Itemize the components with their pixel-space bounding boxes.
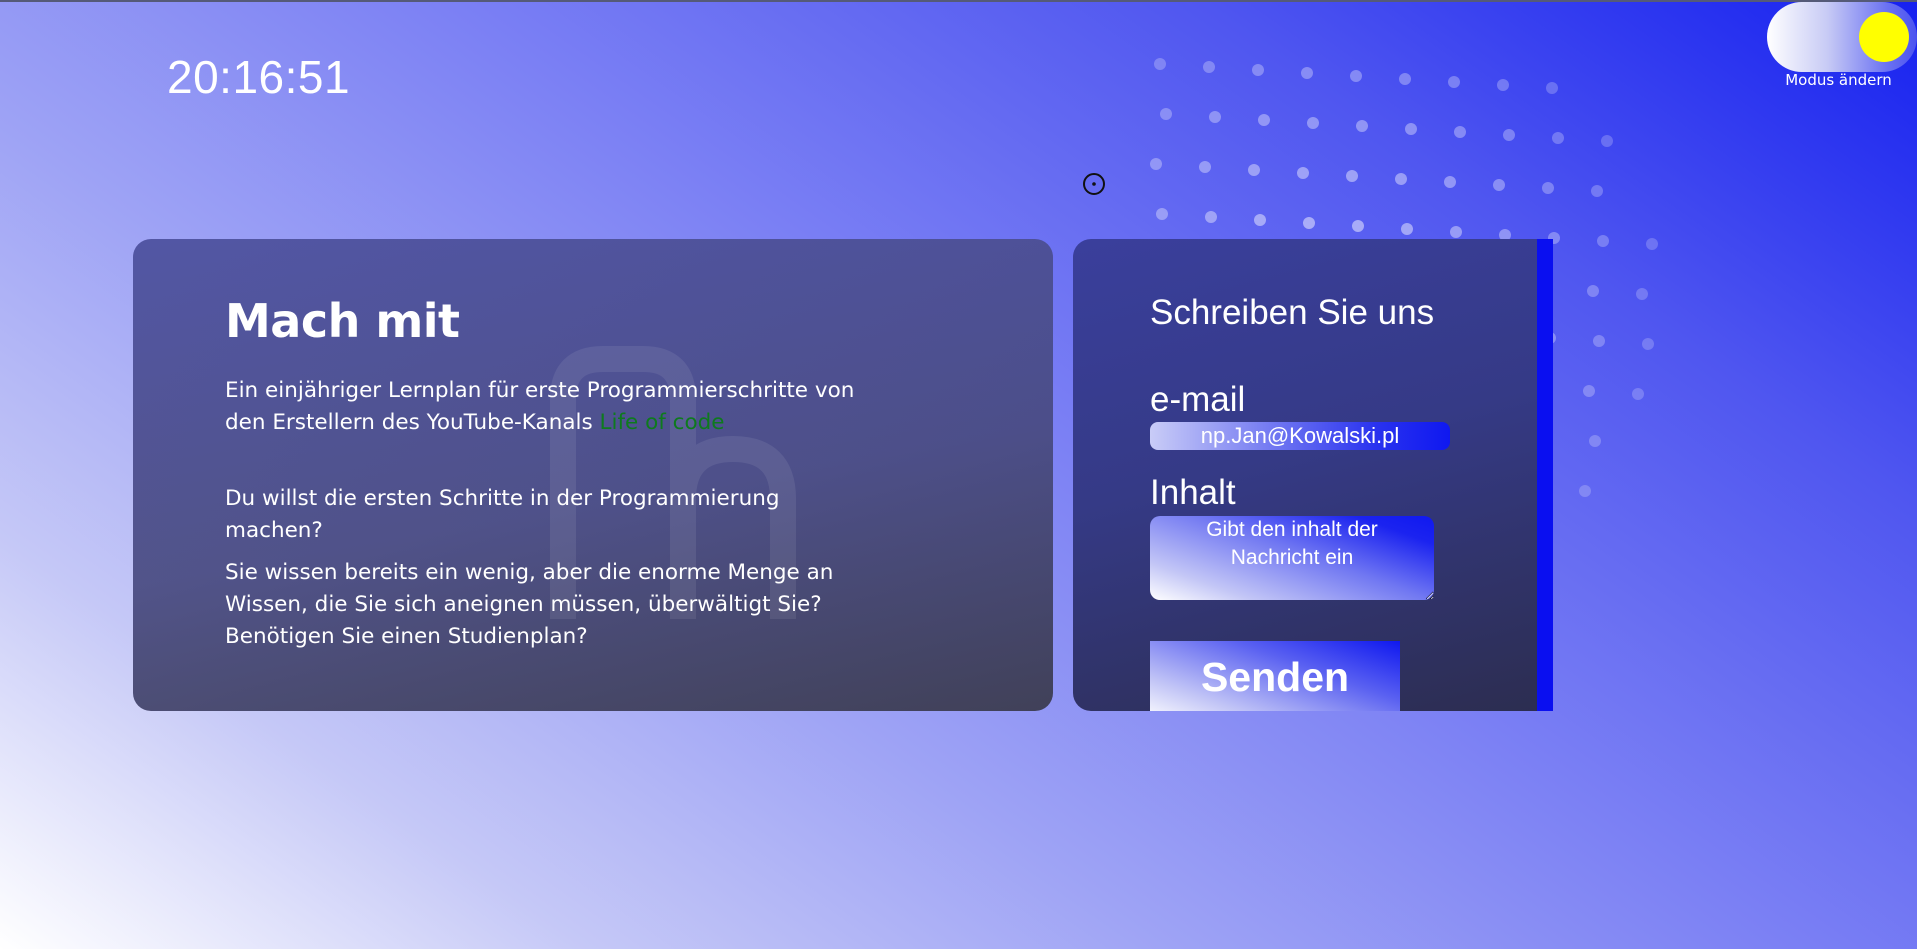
decorative-dot	[1346, 170, 1358, 182]
decorative-dot	[1454, 126, 1466, 138]
decorative-dot	[1632, 388, 1644, 400]
decorative-dot	[1646, 238, 1658, 250]
decorative-dot	[1642, 338, 1654, 350]
decorative-dot	[1303, 217, 1315, 229]
decorative-dot	[1583, 385, 1595, 397]
intro-text: Ein einjähriger Lernplan für erste Progr…	[225, 378, 855, 435]
join-title: Mach mit	[225, 294, 460, 348]
decorative-dot	[1352, 220, 1364, 232]
decorative-dot	[1401, 223, 1413, 235]
decorative-dot	[1154, 58, 1166, 70]
decorative-dot	[1497, 79, 1509, 91]
decorative-dot	[1205, 211, 1217, 223]
decorative-dot	[1444, 176, 1456, 188]
message-label: Inhalt	[1150, 473, 1236, 512]
join-study-plan-paragraph: Sie wissen bereits ein wenig, aber die e…	[225, 560, 834, 649]
contact-form-card: Schreiben Sie uns e-mail Inhalt Senden	[1073, 239, 1553, 711]
decorative-dot	[1156, 208, 1168, 220]
send-button[interactable]: Senden	[1150, 641, 1400, 711]
join-card: Mach mit Ein einjähriger Lernplan für er…	[133, 239, 1053, 711]
decorative-dot	[1301, 67, 1313, 79]
decorative-dot	[1493, 179, 1505, 191]
decorative-dot	[1450, 226, 1462, 238]
decorative-dot	[1503, 129, 1515, 141]
mode-toggle-switch[interactable]	[1767, 2, 1917, 72]
youtube-channel-link[interactable]: Life of code	[600, 410, 725, 435]
decorative-dot	[1636, 288, 1648, 300]
email-label: e-mail	[1150, 380, 1246, 419]
decorative-dot	[1593, 335, 1605, 347]
decorative-dot	[1579, 485, 1591, 497]
mode-toggle-label: Modus ändern	[1785, 71, 1892, 89]
decorative-dot	[1552, 132, 1564, 144]
decorative-dot	[1160, 108, 1172, 120]
decorative-dot	[1597, 235, 1609, 247]
decorative-dot	[1405, 123, 1417, 135]
message-field[interactable]	[1150, 516, 1434, 600]
decorative-dot	[1350, 70, 1362, 82]
target-cursor-icon	[1083, 173, 1105, 195]
decorative-dot	[1589, 435, 1601, 447]
decorative-dot	[1199, 161, 1211, 173]
decorative-dot	[1254, 214, 1266, 226]
decorative-dot	[1252, 64, 1264, 76]
decorative-dot	[1307, 117, 1319, 129]
decorative-dot	[1546, 82, 1558, 94]
decorative-dot	[1542, 182, 1554, 194]
decorative-dot	[1209, 111, 1221, 123]
decorative-dot	[1297, 167, 1309, 179]
join-question-paragraph: Du willst die ersten Schritte in der Pro…	[225, 486, 780, 543]
decorative-dot	[1587, 285, 1599, 297]
contact-form-scrollbar[interactable]	[1537, 239, 1553, 711]
decorative-dot	[1356, 120, 1368, 132]
decorative-dot	[1601, 135, 1613, 147]
decorative-dot	[1150, 158, 1162, 170]
decorative-dot	[1399, 73, 1411, 85]
decorative-dot	[1395, 173, 1407, 185]
clock: 20:16:51	[167, 51, 351, 103]
decorative-dot	[1258, 114, 1270, 126]
decorative-dot	[1248, 164, 1260, 176]
join-intro-paragraph: Ein einjähriger Lernplan für erste Progr…	[225, 375, 865, 439]
decorative-dot	[1448, 76, 1460, 88]
decorative-dot	[1203, 61, 1215, 73]
toggle-knob	[1859, 12, 1909, 62]
top-border	[0, 0, 1917, 2]
contact-form-title: Schreiben Sie uns	[1150, 293, 1435, 332]
decorative-dot	[1591, 185, 1603, 197]
email-field[interactable]	[1150, 422, 1450, 450]
